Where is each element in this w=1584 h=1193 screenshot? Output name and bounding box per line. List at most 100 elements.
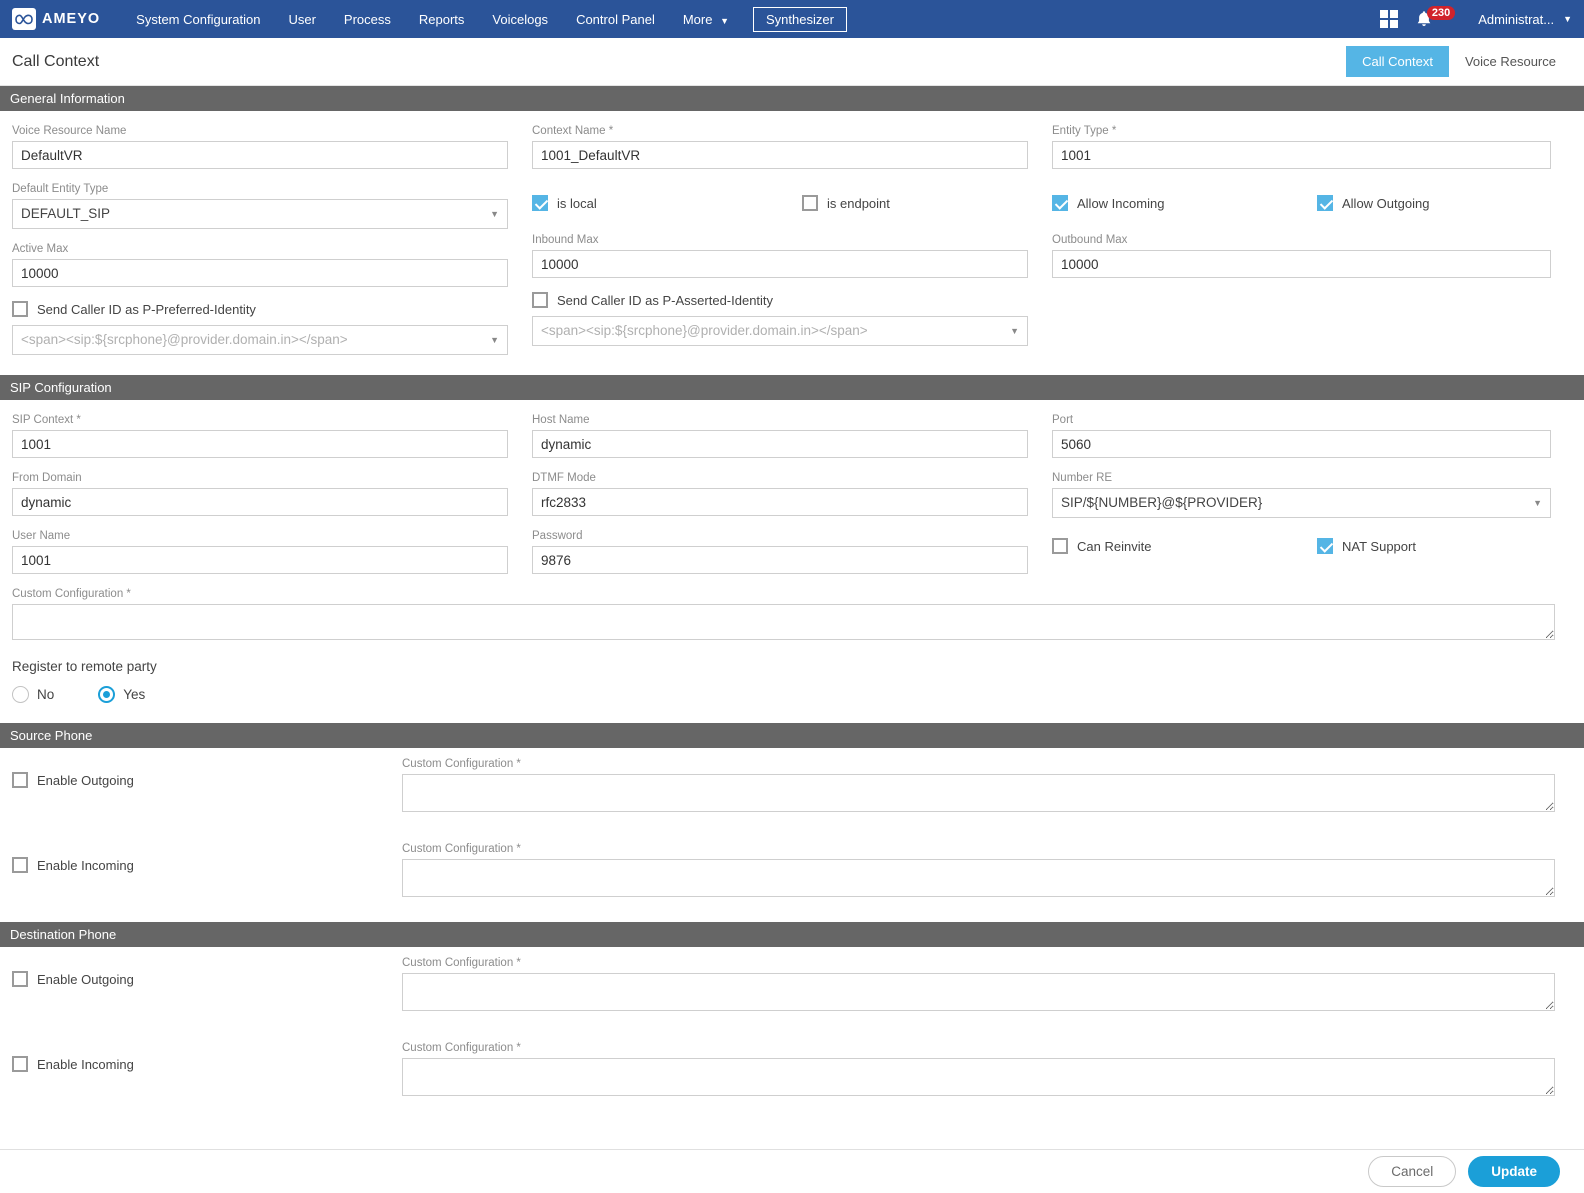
nav-item-process[interactable]: Process: [330, 6, 405, 33]
label-allow-incoming: Allow Incoming: [1077, 195, 1165, 211]
input-dtmf-mode[interactable]: [532, 488, 1028, 516]
general-info-row-1: Voice Resource Name Default Entity Type …: [0, 111, 1584, 355]
chevron-down-icon: ▼: [1010, 326, 1019, 336]
input-outbound-max[interactable]: [1052, 250, 1551, 278]
checkbox-destination-enable-incoming[interactable]: [12, 1056, 28, 1072]
label-radio-no: No: [37, 687, 55, 702]
radio-option-yes[interactable]: Yes: [98, 686, 145, 703]
input-host-name[interactable]: [532, 430, 1028, 458]
label-context-name: Context Name *: [532, 125, 614, 137]
general-col-3: Entity Type * Allow Incoming Allow Outgo…: [1040, 111, 1580, 355]
checkbox-allow-incoming[interactable]: [1052, 195, 1068, 211]
section-header-sip-configuration: SIP Configuration: [0, 375, 1584, 400]
label-nat-support: NAT Support: [1342, 538, 1416, 554]
sip-col-2: Host Name DTMF Mode Password: [520, 400, 1040, 574]
label-dtmf-mode: DTMF Mode: [532, 472, 596, 484]
textarea-source-incoming-custom-configuration[interactable]: [402, 859, 1555, 897]
chevron-down-icon: ▼: [720, 15, 730, 26]
nav-item-system-configuration[interactable]: System Configuration: [122, 6, 274, 33]
checkbox-send-caller-id-preferred[interactable]: [12, 301, 28, 317]
nav-item-synthesizer[interactable]: Synthesizer: [753, 6, 847, 32]
input-user-name[interactable]: [12, 546, 508, 574]
destination-phone-incoming-row: Enable Incoming Custom Configuration *: [0, 1032, 1584, 1101]
field-preferred-identity: Send Caller ID as P-Preferred-Identity <…: [12, 301, 508, 355]
nav-item-voicelogs[interactable]: Voicelogs: [478, 6, 562, 33]
checkbox-send-caller-id-asserted[interactable]: [532, 292, 548, 308]
chevron-down-icon: ▼: [1533, 498, 1542, 508]
checkbox-is-endpoint[interactable]: [802, 195, 818, 211]
textarea-destination-outgoing-custom-configuration[interactable]: [402, 973, 1555, 1011]
nav-item-user[interactable]: User: [274, 6, 329, 33]
section-header-source-phone: Source Phone: [0, 723, 1584, 748]
input-context-name[interactable]: [532, 141, 1028, 169]
user-menu-label: Administrat...: [1478, 11, 1555, 27]
label-host-name: Host Name: [532, 414, 590, 426]
radio-yes[interactable]: [98, 686, 116, 703]
checkbox-row-sip: Can Reinvite NAT Support: [1052, 538, 1551, 554]
checkbox-allow-outgoing[interactable]: [1317, 195, 1333, 211]
select-asserted-identity-format[interactable]: <span><sip:${srcphone}@provider.domain.i…: [532, 316, 1028, 346]
nav-item-reports[interactable]: Reports: [405, 6, 479, 33]
source-phone-outgoing-left: Enable Outgoing: [12, 748, 402, 788]
input-port[interactable]: [1052, 430, 1551, 458]
label-source-enable-incoming: Enable Incoming: [37, 857, 134, 873]
checkbox-is-local[interactable]: [532, 195, 548, 211]
input-from-domain[interactable]: [12, 488, 508, 516]
input-inbound-max[interactable]: [532, 250, 1028, 278]
radio-no[interactable]: [12, 686, 29, 703]
label-user-name: User Name: [12, 530, 71, 542]
input-sip-context[interactable]: [12, 430, 508, 458]
textarea-sip-custom-configuration[interactable]: [12, 604, 1555, 640]
nav-item-more[interactable]: More ▼: [669, 6, 743, 33]
sip-row-1: SIP Context * From Domain User Name Host…: [0, 400, 1584, 574]
input-active-max[interactable]: [12, 259, 508, 287]
label-port: Port: [1052, 414, 1074, 426]
notifications-button[interactable]: 230: [1416, 6, 1460, 28]
label-outbound-max: Outbound Max: [1052, 234, 1128, 246]
textarea-source-outgoing-custom-configuration[interactable]: [402, 774, 1555, 812]
checkbox-destination-enable-outgoing[interactable]: [12, 971, 28, 987]
label-destination-incoming-custom-configuration: Custom Configuration *: [402, 1042, 521, 1054]
nav-label: Process: [343, 11, 391, 27]
input-voice-resource-name[interactable]: [12, 141, 508, 169]
label-entity-type: Entity Type *: [1052, 125, 1117, 137]
field-password: Password: [532, 530, 1028, 574]
label-sip-context: SIP Context *: [12, 414, 81, 426]
page-title-bar: Call Context Call Context Voice Resource: [0, 38, 1584, 86]
source-phone-incoming-left: Enable Incoming: [12, 833, 402, 873]
update-button[interactable]: Update: [1468, 1156, 1560, 1187]
general-col-2: Context Name * is local is endpoint Inbo…: [520, 111, 1040, 355]
radio-option-no[interactable]: No: [12, 686, 54, 703]
checkbox-source-enable-outgoing[interactable]: [12, 772, 28, 788]
app-logo[interactable]: AMEYO: [12, 8, 100, 30]
label-is-endpoint: is endpoint: [827, 195, 890, 211]
field-entity-type: Entity Type *: [1052, 125, 1551, 169]
checkbox-row-local-endpoint: is local is endpoint: [532, 195, 1028, 211]
field-allow-checkboxes: Allow Incoming Allow Outgoing: [1052, 195, 1551, 211]
input-password[interactable]: [532, 546, 1028, 574]
user-menu[interactable]: Administrat... ▼: [1478, 12, 1572, 27]
tab-voice-resource[interactable]: Voice Resource: [1449, 46, 1572, 77]
select-default-entity-type[interactable]: DEFAULT_SIP ▼: [12, 199, 508, 229]
checkbox-row-asserted-identity: Send Caller ID as P-Asserted-Identity: [532, 292, 1028, 308]
checkbox-cell-allow-outgoing: Allow Outgoing: [1317, 195, 1429, 211]
checkbox-can-reinvite[interactable]: [1052, 538, 1068, 554]
textarea-destination-incoming-custom-configuration[interactable]: [402, 1058, 1555, 1096]
checkbox-cell-allow-incoming: Allow Incoming: [1052, 195, 1317, 211]
select-number-re[interactable]: SIP/${NUMBER}@${PROVIDER} ▼: [1052, 488, 1551, 518]
nav-item-control-panel[interactable]: Control Panel: [562, 6, 669, 33]
destination-phone-outgoing-left: Enable Outgoing: [12, 947, 402, 987]
select-preferred-identity-format[interactable]: <span><sip:${srcphone}@provider.domain.i…: [12, 325, 508, 355]
field-active-max: Active Max: [12, 243, 508, 287]
tab-call-context[interactable]: Call Context: [1346, 46, 1449, 77]
checkbox-nat-support[interactable]: [1317, 538, 1333, 554]
cancel-button[interactable]: Cancel: [1368, 1156, 1457, 1187]
grid-apps-icon[interactable]: [1379, 10, 1398, 28]
label-password: Password: [532, 530, 583, 542]
field-sip-context: SIP Context *: [12, 414, 508, 458]
field-asserted-identity: Send Caller ID as P-Asserted-Identity <s…: [532, 292, 1028, 346]
label-destination-enable-outgoing: Enable Outgoing: [37, 971, 134, 987]
input-entity-type[interactable]: [1052, 141, 1551, 169]
nav-menu: System Configuration User Process Report…: [122, 6, 847, 33]
checkbox-source-enable-incoming[interactable]: [12, 857, 28, 873]
